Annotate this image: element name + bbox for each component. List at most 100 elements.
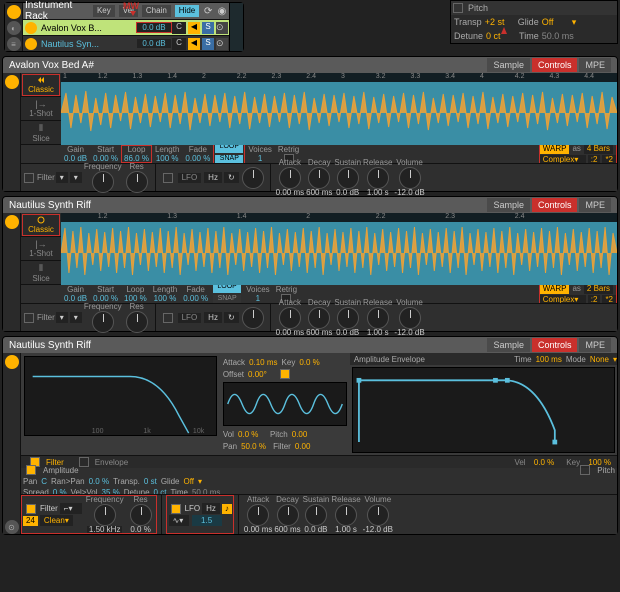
- lfo-offset-value[interactable]: 0.00°: [248, 370, 276, 379]
- freq-knob[interactable]: [92, 311, 114, 333]
- filter-slope-button[interactable]: 24: [23, 516, 38, 526]
- filter-toggle[interactable]: [24, 173, 34, 183]
- chain-solo-button[interactable]: S: [202, 22, 214, 34]
- save-icon[interactable]: ◉: [217, 6, 227, 17]
- warp-bars[interactable]: 4 Bars: [584, 144, 613, 154]
- filter-toggle[interactable]: [24, 313, 34, 323]
- decay-knob[interactable]: [308, 307, 330, 329]
- tab-controls[interactable]: Controls: [532, 58, 578, 72]
- env-mode-value[interactable]: None: [586, 355, 613, 364]
- playback-classic-tab[interactable]: Classic: [21, 213, 61, 237]
- device-activator-icon[interactable]: [5, 75, 19, 89]
- volume-knob[interactable]: [399, 307, 421, 329]
- lfo-rate-knob[interactable]: [242, 307, 264, 329]
- chain-volume[interactable]: 0.0 dB: [137, 23, 171, 32]
- filter-type-dropdown[interactable]: ▾: [56, 312, 68, 323]
- glide-value[interactable]: Off: [542, 17, 572, 27]
- lfo-vol-value[interactable]: 0.0 %: [238, 430, 266, 439]
- tab-controls[interactable]: Controls: [532, 198, 578, 212]
- chain-activator-icon[interactable]: [25, 38, 37, 50]
- attack-knob[interactable]: [279, 307, 301, 329]
- sustain-knob[interactable]: [305, 504, 327, 526]
- pitch-enable-toggle[interactable]: [453, 3, 463, 13]
- device-activator-icon[interactable]: [7, 5, 21, 19]
- res-knob[interactable]: [126, 171, 148, 193]
- lfo-attack-value[interactable]: 0.10 ms: [249, 358, 277, 367]
- amp-pan-value[interactable]: C: [41, 477, 47, 486]
- decay-knob[interactable]: [308, 167, 330, 189]
- chain-hotswap-icon[interactable]: ⊙: [216, 38, 228, 50]
- chain-mute-icon[interactable]: ◀: [188, 22, 200, 34]
- env-mode-dropdown-icon[interactable]: ▾: [613, 355, 617, 364]
- lfo-rate-hz[interactable]: Hz: [202, 503, 220, 514]
- res-value[interactable]: 0.0 %: [130, 526, 150, 534]
- tab-mpe[interactable]: MPE: [579, 198, 611, 212]
- length-value[interactable]: 100 %: [156, 154, 179, 163]
- sustain-knob[interactable]: [337, 167, 359, 189]
- release-knob[interactable]: [367, 167, 389, 189]
- filter-toggle[interactable]: [26, 504, 36, 514]
- warp-button[interactable]: WARP: [540, 284, 570, 294]
- warp-bars[interactable]: 2 Bars: [584, 284, 613, 294]
- chain-name[interactable]: Avalon Vox B...: [39, 23, 137, 33]
- chain-row-nautilus[interactable]: Nautilus Syn... 0.0 dB C ◀ S ⊙: [23, 35, 229, 51]
- tab-mpe[interactable]: MPE: [579, 338, 611, 352]
- lfo-retrig-toggle[interactable]: ↻: [224, 172, 239, 183]
- lfo-toggle[interactable]: [171, 504, 181, 514]
- fade-value[interactable]: 0.00 %: [185, 154, 210, 163]
- lfo-pitch-value[interactable]: 0.00: [292, 430, 320, 439]
- hotswap-icon[interactable]: ⊙: [5, 520, 19, 534]
- chain-zone-button[interactable]: Chain: [142, 5, 171, 17]
- lfo-retrig-toggle[interactable]: [280, 369, 290, 379]
- lfo-rate-knob[interactable]: [242, 167, 264, 189]
- waveform-display[interactable]: 11.21.31.4 22.22.32.4 33.23.33.4 44.24.3…: [61, 73, 617, 145]
- device-activator-icon[interactable]: [5, 215, 19, 229]
- pitch-section-toggle[interactable]: [580, 465, 590, 475]
- attack-knob[interactable]: [279, 167, 301, 189]
- res-knob[interactable]: [130, 504, 152, 526]
- decay-knob[interactable]: [277, 504, 299, 526]
- device-activator-icon[interactable]: [5, 355, 19, 369]
- lfo-rate-mode[interactable]: Hz: [204, 312, 222, 323]
- release-knob[interactable]: [335, 504, 357, 526]
- fade-value[interactable]: 0.00 %: [183, 294, 208, 303]
- freq-knob[interactable]: [92, 171, 114, 193]
- glide-dropdown-icon[interactable]: ▾: [572, 17, 577, 28]
- amp-glide-value[interactable]: Off: [184, 477, 195, 486]
- filter-circuit-dropdown[interactable]: Clean▾: [40, 515, 73, 526]
- playback-oneshot-tab[interactable]: |→ 1-Shot: [21, 237, 61, 261]
- glide-time-value[interactable]: 50.0 ms: [542, 31, 574, 41]
- filter-type-dropdown[interactable]: ▾: [56, 172, 68, 183]
- chain-hotswap-icon[interactable]: ⊙: [216, 22, 228, 34]
- filter-graph[interactable]: 100 1k 10k: [24, 356, 217, 436]
- chain-pan[interactable]: C: [172, 22, 186, 34]
- filter-slope-dropdown[interactable]: ▾: [70, 172, 82, 183]
- freq-value[interactable]: 1.50 kHz: [87, 526, 123, 534]
- lfo-key-value[interactable]: 0.0 %: [299, 358, 327, 367]
- lfo-filter-value[interactable]: 0.00: [295, 442, 323, 451]
- sustain-knob[interactable]: [337, 307, 359, 329]
- volume-knob[interactable]: [399, 167, 421, 189]
- chain-mute-icon[interactable]: ◀: [188, 38, 200, 50]
- filter-shape-dropdown[interactable]: ⌐▾: [60, 503, 82, 514]
- warp-button[interactable]: WARP: [540, 144, 570, 154]
- tab-sample[interactable]: Sample: [487, 58, 530, 72]
- rand-icon[interactable]: ⟳: [203, 6, 213, 17]
- voices-value[interactable]: 1: [258, 154, 262, 163]
- glide-dropdown-icon[interactable]: ▾: [198, 477, 202, 486]
- tab-sample[interactable]: Sample: [487, 198, 530, 212]
- freq-knob[interactable]: [94, 504, 116, 526]
- lfo-pan-value[interactable]: 50.0 %: [241, 442, 269, 451]
- macro-icon[interactable]: ◐: [7, 21, 21, 35]
- amp-transp-value[interactable]: 0 st: [144, 477, 157, 486]
- lfo-retrig-toggle[interactable]: ↻: [224, 312, 239, 323]
- chain-activator-icon[interactable]: [25, 22, 37, 34]
- filter-slope-dropdown[interactable]: ▾: [70, 312, 82, 323]
- length-value[interactable]: 100 %: [154, 294, 177, 303]
- lfo-waveform-graph[interactable]: [223, 382, 347, 426]
- lfo-rate-value[interactable]: 1.5: [192, 515, 222, 526]
- lfo-rate-mode[interactable]: Hz: [204, 172, 222, 183]
- attack-knob[interactable]: [247, 504, 269, 526]
- env-time-value[interactable]: 100 ms: [532, 355, 566, 364]
- playback-slice-tab[interactable]: ⦀ Slice: [21, 121, 61, 145]
